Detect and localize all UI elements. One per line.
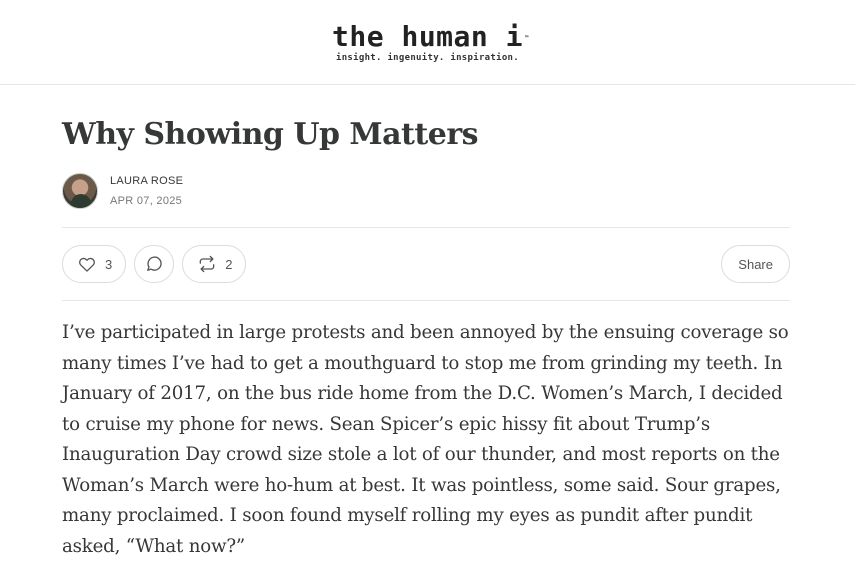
post-actions-bar: 3 2 Share [62, 227, 790, 301]
publication-logo[interactable]: the human i ™ insight. ingenuity. inspira… [332, 19, 529, 63]
post-date: APR 07, 2025 [110, 195, 183, 207]
author-name[interactable]: LAURA ROSE [110, 174, 183, 188]
like-button[interactable]: 3 [62, 245, 127, 283]
comment-bubble-icon [147, 256, 162, 271]
heart-icon [79, 257, 95, 272]
author-avatar[interactable] [62, 173, 98, 209]
logo-title: the human i ™ [332, 19, 529, 53]
restack-arrows-icon [199, 255, 215, 273]
post-body-paragraph: I’ve participated in large protests and … [62, 322, 789, 557]
masthead: the human i ™ insight. ingenuity. inspira… [0, 0, 855, 85]
share-button[interactable]: Share [721, 245, 790, 283]
byline: LAURA ROSE APR 07, 2025 [62, 173, 790, 209]
article: Why Showing Up Matters LAURA ROSE APR 07… [62, 85, 790, 562]
trademark-mark: ™ [524, 34, 529, 42]
restack-count: 2 [225, 256, 233, 272]
restack-button[interactable]: 2 [182, 245, 247, 283]
post-title: Why Showing Up Matters [62, 117, 479, 152]
logo-tagline: insight. ingenuity. inspiration. [336, 52, 519, 63]
comment-button[interactable] [134, 245, 175, 283]
like-count: 3 [105, 256, 113, 272]
